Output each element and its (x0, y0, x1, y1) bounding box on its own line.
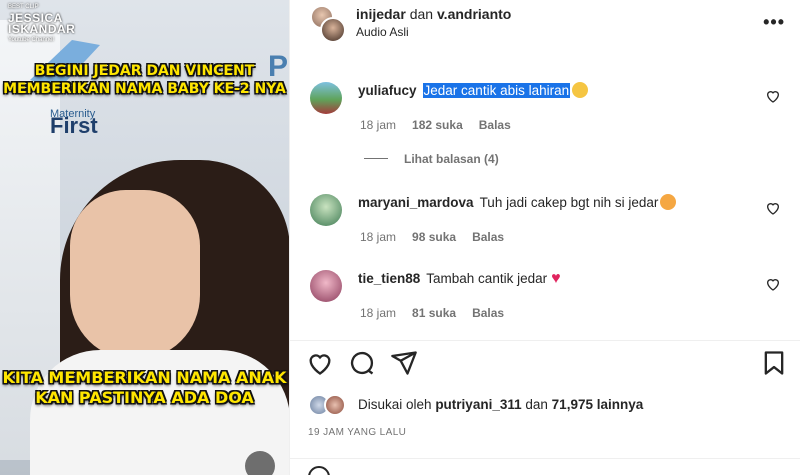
watermark-sub: Youtube Channel (8, 37, 54, 43)
watermark-name: JESSICA ISKANDAR (8, 11, 76, 36)
caption-bottom: KITA MEMBERIKAN NAMA ANAK KAN PASTINYA A… (0, 368, 289, 408)
avatar[interactable] (310, 270, 342, 302)
caption-bottom-line1: KITA MEMBERIKAN NAMA ANAK (2, 368, 287, 387)
comment-likes[interactable]: 98 suka (412, 230, 456, 244)
speaker-figure (30, 150, 289, 475)
avatar[interactable] (324, 394, 346, 416)
comment-likes[interactable]: 182 suka (412, 118, 463, 132)
comment-meta: 18 jam 98 suka Balas (360, 230, 520, 244)
comment-time[interactable]: 18 jam (360, 306, 396, 320)
comment-username[interactable]: maryani_mardova (358, 195, 474, 210)
likes-user-link[interactable]: putriyani_311 (435, 397, 521, 412)
caption-top-line1: BEGINI JEDAR DAN VINCENT (34, 63, 255, 79)
comment-icon[interactable] (348, 349, 376, 377)
comment-text: Tambah cantik jedar (426, 271, 548, 286)
video-player[interactable]: Maternity First P BEST CLIP JESSICA ISKA… (0, 0, 289, 475)
post-authors: inijedar dan v.andrianto (356, 6, 511, 22)
reply-button[interactable]: Balas (472, 306, 504, 320)
heart-icon[interactable] (765, 276, 781, 292)
replies-line (364, 158, 388, 159)
clapping-hands-icon (572, 82, 589, 98)
avatar[interactable] (310, 82, 342, 114)
reply-button[interactable]: Balas (479, 118, 511, 132)
comment-meta: 18 jam 182 suka Balas (360, 118, 527, 132)
backdrop-word2: First (50, 113, 98, 138)
speaker-face (70, 190, 200, 360)
avatar (320, 17, 346, 43)
caption-bottom-line2: KAN PASTINYA ADA DOA (35, 388, 254, 407)
likes-middle: dan (525, 397, 548, 412)
comment-text-row: yuliafucy Jedar cantik abis lahiran (358, 82, 589, 100)
likes-suffix[interactable]: lainnya (597, 397, 644, 412)
star-struck-icon (660, 194, 677, 210)
heart-icon[interactable] (765, 200, 781, 216)
author-link-2[interactable]: v.andrianto (437, 6, 511, 22)
likes-text: Disukai oleh putriyani_311 dan 71,975 la… (358, 397, 643, 412)
comment-likes[interactable]: 81 suka (412, 306, 456, 320)
comment-time[interactable]: 18 jam (360, 230, 396, 244)
author-joiner: dan (409, 6, 434, 22)
like-heart-icon[interactable] (306, 349, 334, 377)
more-options-icon[interactable]: ••• (763, 12, 785, 33)
comment-text: Jedar cantik abis lahiran (422, 83, 571, 98)
avatar[interactable] (310, 194, 342, 226)
divider (290, 458, 800, 459)
likes-prefix: Disukai oleh (358, 397, 432, 412)
author-link-1[interactable]: inijedar (356, 6, 406, 22)
channel-watermark: BEST CLIP JESSICA ISKANDAR Youtube Chann… (8, 2, 76, 46)
emoji-picker-icon[interactable] (308, 466, 330, 475)
red-heart-icon: ♥ (551, 270, 561, 287)
likes-summary: Disukai oleh putriyani_311 dan 71,975 la… (308, 392, 788, 418)
post-viewer: Maternity First P BEST CLIP JESSICA ISKA… (0, 0, 800, 475)
caption-top-line2: MEMBERIKAN NAMA BABY KE-2 NYA (3, 81, 286, 97)
comment-text-row: tie_tien88 Tambah cantik jedar ♥ (358, 270, 561, 288)
comment-username[interactable]: yuliafucy (358, 83, 417, 98)
mute-icon[interactable] (245, 451, 275, 475)
reply-button[interactable]: Balas (472, 230, 504, 244)
heart-icon[interactable] (765, 88, 781, 104)
view-replies-label: Lihat balasan (4) (404, 152, 499, 166)
backdrop-text: Maternity First (50, 108, 98, 138)
post-timestamp[interactable]: 19 JAM YANG LALU (308, 427, 406, 438)
likes-count[interactable]: 71,975 (552, 397, 593, 412)
share-icon[interactable] (390, 349, 418, 377)
view-replies-button[interactable]: Lihat balasan (4) (364, 152, 499, 166)
comment-username[interactable]: tie_tien88 (358, 271, 420, 286)
caption-top: BEGINI JEDAR DAN VINCENT MEMBERIKAN NAMA… (0, 62, 289, 98)
comment-text-row: maryani_mardova Tuh jadi cakep bgt nih si… (358, 194, 677, 212)
comment-time[interactable]: 18 jam (360, 118, 396, 132)
bookmark-icon[interactable] (760, 349, 788, 377)
comment-text: Tuh jadi cakep bgt nih si jedar (479, 195, 659, 210)
action-bar (290, 340, 800, 386)
comment-meta: 18 jam 81 suka Balas (360, 306, 520, 320)
audio-link[interactable]: Audio Asli (356, 25, 409, 39)
comments-panel: inijedar dan v.andrianto Audio Asli ••• … (289, 0, 800, 475)
author-avatars[interactable] (310, 5, 346, 43)
post-header: inijedar dan v.andrianto Audio Asli ••• (290, 0, 800, 50)
